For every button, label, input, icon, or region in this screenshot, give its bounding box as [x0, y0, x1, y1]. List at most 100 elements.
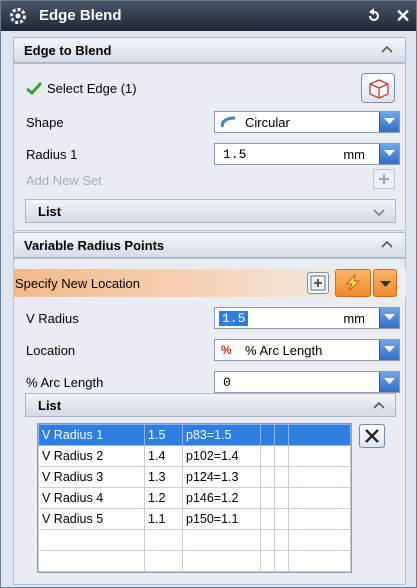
select-edge-button[interactable]: [361, 73, 395, 103]
row-param: p146=1.2: [182, 487, 261, 509]
table-row[interactable]: V Radius 5 1.1 p150=1.1: [37, 508, 351, 530]
chevron-down-icon: [380, 281, 391, 287]
row-name: V Radius 3: [37, 466, 146, 488]
checkmark-icon: [26, 81, 42, 95]
group-title: Edge to Blend: [24, 43, 112, 58]
row-radius: 1.3: [144, 466, 183, 488]
circular-shape-icon: [221, 116, 236, 128]
select-edge-label[interactable]: Select Edge (1): [47, 81, 137, 96]
v-radius-unit: mm: [343, 311, 365, 326]
gear-icon[interactable]: [9, 7, 27, 25]
arc-length-value: 0: [223, 375, 231, 390]
row-empty-cell: [260, 508, 275, 530]
row-empty-cell: [260, 487, 275, 509]
row-empty-cell: [288, 508, 351, 530]
chevron-up-icon[interactable]: [381, 44, 393, 56]
row-empty-cell: [274, 466, 289, 488]
arc-length-icon: %: [221, 343, 232, 357]
row-empty-cell: [260, 445, 275, 467]
table-row: [37, 550, 351, 572]
chevron-down-icon: [384, 346, 395, 352]
chevron-down-icon[interactable]: [373, 206, 385, 218]
row-empty-cell: [274, 445, 289, 467]
group-title: Variable Radius Points: [24, 238, 165, 253]
location-value: % Arc Length: [245, 343, 323, 358]
radius-input[interactable]: 1.5 mm: [214, 143, 400, 165]
location-dropdown-arrow[interactable]: [379, 340, 399, 360]
row-empty-cell: [288, 466, 351, 488]
row-param: p83=1.5: [182, 424, 261, 446]
location-label: Location: [26, 343, 76, 358]
row-radius: 1.5: [144, 424, 183, 446]
arc-length-label: % Arc Length: [26, 375, 104, 390]
close-button[interactable]: ✕: [393, 5, 413, 27]
list-title: List: [38, 398, 62, 413]
chevron-down-icon: [384, 118, 395, 124]
location-dropdown[interactable]: % % Arc Length: [214, 339, 400, 361]
chevron-up-icon[interactable]: [373, 400, 385, 412]
shape-label: Shape: [26, 115, 64, 130]
v-radius-input[interactable]: 1.5 mm: [214, 307, 400, 329]
row-empty-cell: [288, 424, 351, 446]
row-empty-cell: [260, 424, 275, 446]
shape-dropdown[interactable]: Circular: [214, 111, 400, 133]
row-empty-cell: [288, 487, 351, 509]
row-param: p150=1.1: [182, 508, 261, 530]
lightning-icon: [346, 274, 360, 292]
specify-location-label: Specify New Location: [15, 276, 141, 291]
v-radius-label: V Radius: [26, 311, 79, 326]
table-row[interactable]: V Radius 1 1.5 p83=1.5: [37, 424, 351, 446]
point-plus-icon: [310, 275, 326, 291]
shape-dropdown-arrow[interactable]: [379, 112, 399, 132]
variable-radius-list-header[interactable]: List: [25, 393, 396, 417]
row-empty-cell: [260, 466, 275, 488]
arc-length-options-button[interactable]: [379, 372, 399, 392]
row-empty-cell: [274, 508, 289, 530]
row-param: p124=1.3: [182, 466, 261, 488]
arrow-down-icon: [384, 314, 395, 320]
radius-label: Radius 1: [26, 147, 78, 162]
table-row: [37, 529, 351, 551]
row-name: V Radius 1: [37, 424, 146, 446]
variable-radius-table: V Radius 1 1.5 p83=1.5 V Radius 2 1.4 p1…: [37, 424, 351, 572]
arrow-down-icon: [384, 150, 395, 156]
row-name: V Radius 5: [37, 508, 146, 530]
add-new-set-button[interactable]: [373, 169, 395, 189]
edge-list-header[interactable]: List: [25, 199, 396, 223]
variable-radius-header[interactable]: Variable Radius Points: [13, 232, 406, 258]
table-row[interactable]: V Radius 4 1.2 p146=1.2: [37, 487, 351, 509]
table-row[interactable]: V Radius 2 1.4 p102=1.4: [37, 445, 351, 467]
row-radius: 1.4: [144, 445, 183, 467]
row-empty-cell: [288, 445, 351, 467]
row-empty-cell: [274, 424, 289, 446]
delete-icon: [365, 429, 379, 443]
remove-button[interactable]: [359, 424, 385, 448]
inferred-point-button[interactable]: [335, 269, 371, 297]
v-radius-value: 1.5: [219, 311, 249, 326]
row-param: p102=1.4: [182, 445, 261, 467]
radius-value: 1.5: [223, 147, 247, 162]
add-set-icon: [379, 174, 389, 184]
point-constructor-button[interactable]: [307, 272, 329, 294]
row-name: V Radius 2: [37, 445, 146, 467]
shape-value: Circular: [245, 115, 290, 130]
row-radius: 1.2: [144, 487, 183, 509]
row-name: V Radius 4: [37, 487, 146, 509]
add-new-set-label: Add New Set: [26, 173, 102, 188]
table-row[interactable]: V Radius 3 1.3 p124=1.3: [37, 466, 351, 488]
list-title: List: [38, 204, 62, 219]
radius-options-button[interactable]: [379, 144, 399, 164]
cube-icon: [369, 79, 389, 99]
edge-to-blend-header[interactable]: Edge to Blend: [13, 37, 406, 63]
edge-blend-dialog: Edge Blend ✕ Edge to Blend Select Edge (…: [0, 0, 417, 588]
arrow-down-icon: [384, 378, 395, 384]
chevron-up-icon[interactable]: [381, 239, 393, 251]
v-radius-options-button[interactable]: [379, 308, 399, 328]
title-bar: Edge Blend ✕: [1, 1, 416, 31]
reset-icon[interactable]: [365, 7, 383, 25]
point-type-dropdown[interactable]: [373, 269, 397, 297]
radius-unit: mm: [343, 147, 365, 162]
arc-length-input[interactable]: 0: [214, 371, 400, 393]
dialog-title: Edge Blend: [39, 7, 122, 24]
row-empty-cell: [274, 487, 289, 509]
